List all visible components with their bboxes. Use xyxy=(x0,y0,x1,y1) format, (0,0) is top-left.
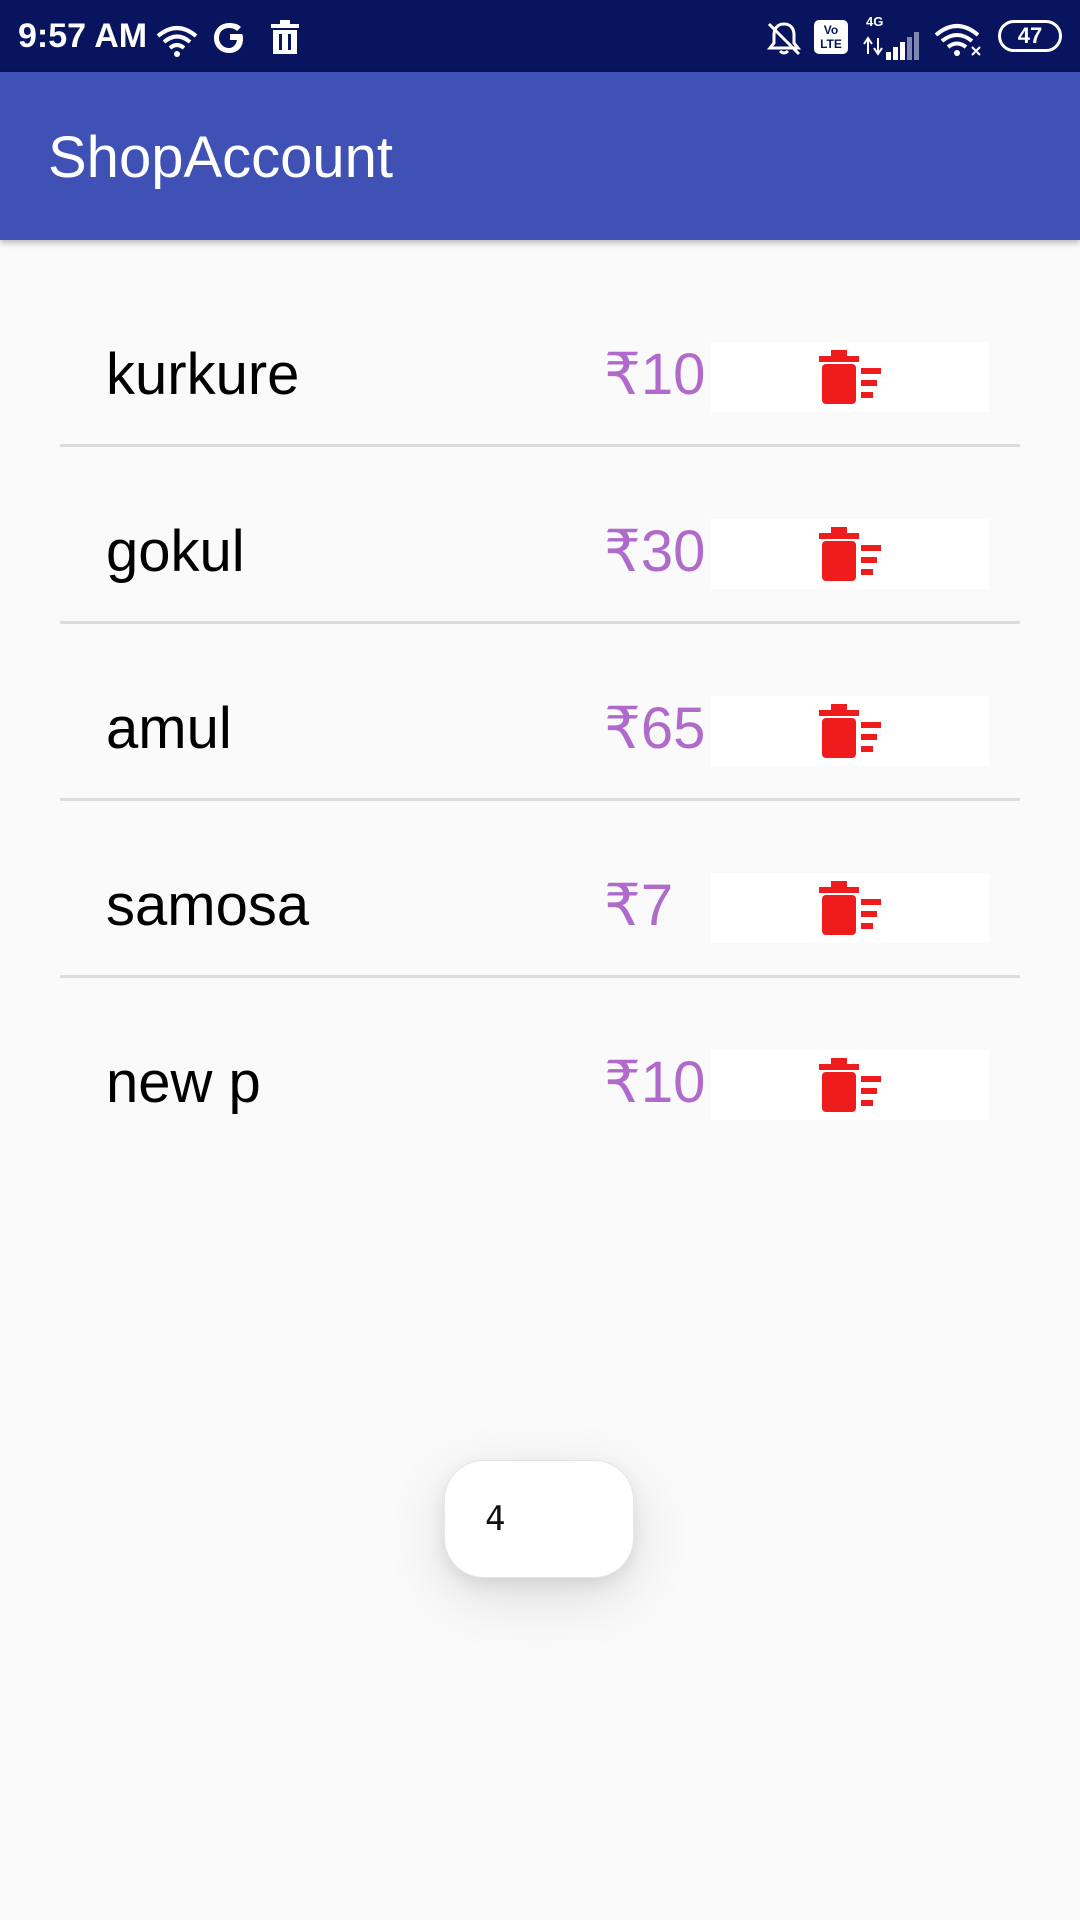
battery-level: 47 xyxy=(1017,23,1043,48)
delete-button[interactable] xyxy=(711,873,989,943)
toast-message: 4 xyxy=(444,1460,634,1578)
google-icon xyxy=(214,23,243,53)
battery-icon: 47 xyxy=(998,20,1062,52)
item-name: amul xyxy=(106,696,232,761)
item-price: ₹30 xyxy=(604,519,706,584)
toast-text: 4 xyxy=(485,1499,506,1539)
item-price: ₹10 xyxy=(604,1050,706,1115)
item-price: ₹7 xyxy=(604,873,674,938)
delete-sweep-icon xyxy=(819,527,881,581)
delete-sweep-icon xyxy=(819,350,881,404)
list-item: new p ₹10 xyxy=(0,948,1080,1125)
delete-sweep-icon xyxy=(819,1058,881,1112)
item-price: ₹65 xyxy=(604,696,706,761)
wifi-icon xyxy=(934,24,981,56)
list-item: amul ₹65 xyxy=(0,594,1080,801)
list-item: gokul ₹30 xyxy=(0,417,1080,624)
app-title: ShopAccount xyxy=(48,125,394,190)
item-name: samosa xyxy=(106,873,310,938)
delete-button[interactable] xyxy=(711,342,989,412)
delete-button[interactable] xyxy=(711,1050,989,1120)
status-time: 9:57 AM xyxy=(18,17,148,55)
trash-icon xyxy=(271,20,299,54)
status-bar: 9:57 AM Vo LTE 4G 47 xyxy=(0,0,1080,72)
item-name: kurkure xyxy=(106,342,300,407)
volte-icon: Vo LTE xyxy=(814,20,848,54)
signal-icon xyxy=(863,32,919,60)
item-name: gokul xyxy=(106,519,245,584)
volte-label: Vo LTE xyxy=(820,23,842,51)
app-bar: ShopAccount xyxy=(0,72,1080,240)
delete-sweep-icon xyxy=(819,881,881,935)
list-item: kurkure ₹10 xyxy=(0,240,1080,447)
item-price: ₹10 xyxy=(604,342,706,407)
mute-icon xyxy=(766,22,802,56)
item-name: new p xyxy=(106,1050,261,1115)
delete-button[interactable] xyxy=(711,519,989,589)
delete-sweep-icon xyxy=(819,704,881,758)
wifi-icon xyxy=(156,26,198,57)
list-item: samosa ₹7 xyxy=(0,771,1080,978)
delete-button[interactable] xyxy=(711,696,989,766)
